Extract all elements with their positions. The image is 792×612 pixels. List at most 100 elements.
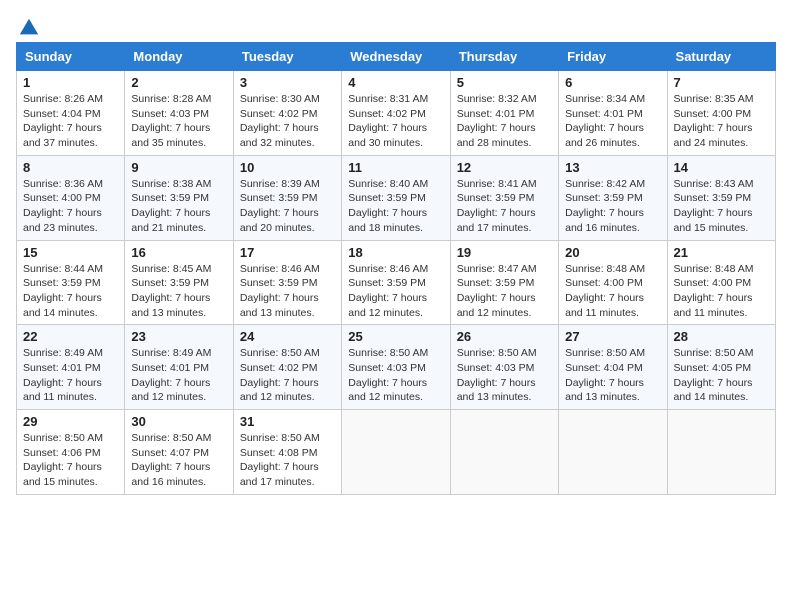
daylight-label: Daylight: 7 hours and 12 minutes. [240, 377, 319, 404]
day-number: 19 [457, 245, 552, 260]
day-info: Sunrise: 8:43 AM Sunset: 3:59 PM Dayligh… [674, 177, 769, 236]
sunrise-value: 8:49 AM [64, 347, 103, 359]
day-info: Sunrise: 8:36 AM Sunset: 4:00 PM Dayligh… [23, 177, 118, 236]
calendar-cell: 7 Sunrise: 8:35 AM Sunset: 4:00 PM Dayli… [667, 71, 775, 156]
calendar-cell: 21 Sunrise: 8:48 AM Sunset: 4:00 PM Dayl… [667, 240, 775, 325]
calendar-cell: 13 Sunrise: 8:42 AM Sunset: 3:59 PM Dayl… [559, 155, 667, 240]
calendar-table: SundayMondayTuesdayWednesdayThursdayFrid… [16, 42, 776, 495]
sunset-label: Sunset: [348, 192, 387, 204]
page-header [16, 16, 776, 34]
logo [16, 16, 40, 34]
day-number: 26 [457, 329, 552, 344]
calendar-week-4: 22 Sunrise: 8:49 AM Sunset: 4:01 PM Dayl… [17, 325, 776, 410]
sunrise-label: Sunrise: [348, 178, 389, 190]
day-info: Sunrise: 8:50 AM Sunset: 4:08 PM Dayligh… [240, 431, 335, 490]
sunrise-label: Sunrise: [674, 347, 715, 359]
sunrise-label: Sunrise: [565, 263, 606, 275]
sunset-value: 4:04 PM [604, 362, 643, 374]
sunset-value: 4:01 PM [604, 108, 643, 120]
sunrise-label: Sunrise: [457, 347, 498, 359]
sunset-value: 4:03 PM [387, 362, 426, 374]
sunrise-value: 8:50 AM [715, 347, 754, 359]
sunrise-value: 8:28 AM [173, 93, 212, 105]
sunset-label: Sunset: [457, 192, 496, 204]
calendar-cell: 18 Sunrise: 8:46 AM Sunset: 3:59 PM Dayl… [342, 240, 450, 325]
sunset-value: 4:05 PM [712, 362, 751, 374]
sunset-label: Sunset: [240, 192, 279, 204]
day-number: 24 [240, 329, 335, 344]
calendar-header-monday: Monday [125, 43, 233, 71]
sunset-value: 4:03 PM [495, 362, 534, 374]
sunrise-value: 8:49 AM [173, 347, 212, 359]
daylight-label: Daylight: 7 hours and 37 minutes. [23, 122, 102, 149]
daylight-label: Daylight: 7 hours and 30 minutes. [348, 122, 427, 149]
day-info: Sunrise: 8:48 AM Sunset: 4:00 PM Dayligh… [565, 262, 660, 321]
calendar-cell: 10 Sunrise: 8:39 AM Sunset: 3:59 PM Dayl… [233, 155, 341, 240]
sunrise-label: Sunrise: [240, 178, 281, 190]
sunset-value: 4:06 PM [62, 447, 101, 459]
day-info: Sunrise: 8:50 AM Sunset: 4:03 PM Dayligh… [348, 346, 443, 405]
sunrise-value: 8:50 AM [281, 432, 320, 444]
day-number: 14 [674, 160, 769, 175]
sunset-value: 4:04 PM [62, 108, 101, 120]
calendar-cell: 4 Sunrise: 8:31 AM Sunset: 4:02 PM Dayli… [342, 71, 450, 156]
sunrise-label: Sunrise: [348, 347, 389, 359]
calendar-cell: 14 Sunrise: 8:43 AM Sunset: 3:59 PM Dayl… [667, 155, 775, 240]
sunset-value: 3:59 PM [495, 277, 534, 289]
sunrise-value: 8:50 AM [607, 347, 646, 359]
calendar-cell: 23 Sunrise: 8:49 AM Sunset: 4:01 PM Dayl… [125, 325, 233, 410]
logo-icon [18, 16, 40, 38]
sunrise-value: 8:39 AM [281, 178, 320, 190]
sunset-label: Sunset: [565, 362, 604, 374]
day-number: 31 [240, 414, 335, 429]
calendar-cell: 15 Sunrise: 8:44 AM Sunset: 3:59 PM Dayl… [17, 240, 125, 325]
calendar-cell: 29 Sunrise: 8:50 AM Sunset: 4:06 PM Dayl… [17, 410, 125, 495]
day-info: Sunrise: 8:48 AM Sunset: 4:00 PM Dayligh… [674, 262, 769, 321]
calendar-header-saturday: Saturday [667, 43, 775, 71]
sunset-value: 4:01 PM [170, 362, 209, 374]
calendar-week-2: 8 Sunrise: 8:36 AM Sunset: 4:00 PM Dayli… [17, 155, 776, 240]
sunrise-label: Sunrise: [131, 347, 172, 359]
sunrise-label: Sunrise: [348, 263, 389, 275]
sunset-value: 4:02 PM [387, 108, 426, 120]
day-info: Sunrise: 8:39 AM Sunset: 3:59 PM Dayligh… [240, 177, 335, 236]
sunset-value: 4:00 PM [62, 192, 101, 204]
day-info: Sunrise: 8:34 AM Sunset: 4:01 PM Dayligh… [565, 92, 660, 151]
day-number: 20 [565, 245, 660, 260]
sunrise-label: Sunrise: [240, 263, 281, 275]
daylight-label: Daylight: 7 hours and 11 minutes. [23, 377, 102, 404]
sunrise-value: 8:50 AM [281, 347, 320, 359]
daylight-label: Daylight: 7 hours and 14 minutes. [674, 377, 753, 404]
sunset-value: 3:59 PM [62, 277, 101, 289]
calendar-week-5: 29 Sunrise: 8:50 AM Sunset: 4:06 PM Dayl… [17, 410, 776, 495]
sunrise-label: Sunrise: [240, 432, 281, 444]
sunrise-label: Sunrise: [23, 178, 64, 190]
sunrise-value: 8:48 AM [715, 263, 754, 275]
calendar-header-thursday: Thursday [450, 43, 558, 71]
calendar-cell: 28 Sunrise: 8:50 AM Sunset: 4:05 PM Dayl… [667, 325, 775, 410]
daylight-label: Daylight: 7 hours and 17 minutes. [240, 461, 319, 488]
sunrise-label: Sunrise: [674, 178, 715, 190]
calendar-cell: 1 Sunrise: 8:26 AM Sunset: 4:04 PM Dayli… [17, 71, 125, 156]
sunrise-label: Sunrise: [674, 263, 715, 275]
sunrise-label: Sunrise: [23, 347, 64, 359]
daylight-label: Daylight: 7 hours and 24 minutes. [674, 122, 753, 149]
daylight-label: Daylight: 7 hours and 17 minutes. [457, 207, 536, 234]
calendar-cell: 31 Sunrise: 8:50 AM Sunset: 4:08 PM Dayl… [233, 410, 341, 495]
sunset-value: 3:59 PM [278, 277, 317, 289]
day-number: 4 [348, 75, 443, 90]
day-number: 17 [240, 245, 335, 260]
day-info: Sunrise: 8:28 AM Sunset: 4:03 PM Dayligh… [131, 92, 226, 151]
sunset-label: Sunset: [131, 362, 170, 374]
daylight-label: Daylight: 7 hours and 11 minutes. [674, 292, 753, 319]
sunset-value: 3:59 PM [170, 192, 209, 204]
day-info: Sunrise: 8:31 AM Sunset: 4:02 PM Dayligh… [348, 92, 443, 151]
day-info: Sunrise: 8:44 AM Sunset: 3:59 PM Dayligh… [23, 262, 118, 321]
day-number: 30 [131, 414, 226, 429]
sunrise-value: 8:38 AM [173, 178, 212, 190]
sunrise-value: 8:32 AM [498, 93, 537, 105]
sunrise-label: Sunrise: [131, 178, 172, 190]
sunset-label: Sunset: [23, 277, 62, 289]
sunset-label: Sunset: [348, 108, 387, 120]
calendar-cell: 26 Sunrise: 8:50 AM Sunset: 4:03 PM Dayl… [450, 325, 558, 410]
